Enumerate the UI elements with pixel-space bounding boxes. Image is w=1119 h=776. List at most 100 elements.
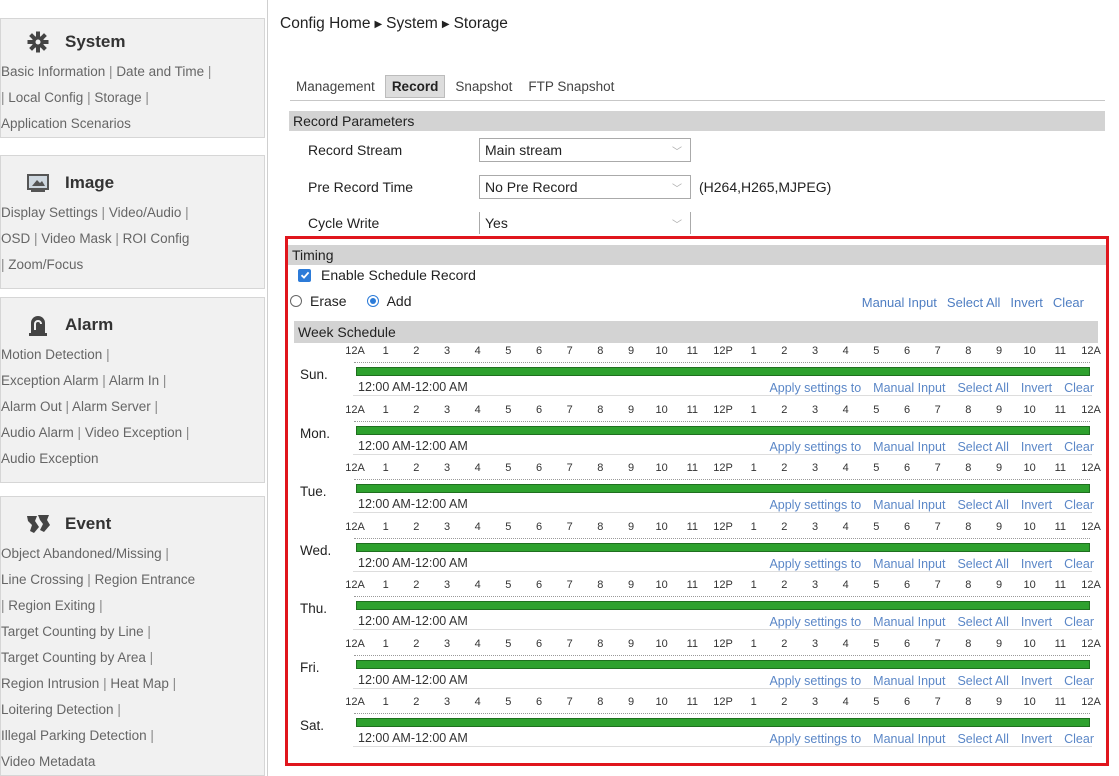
clear-link[interactable]: Clear (1064, 498, 1094, 512)
sidebar-section-title[interactable]: Image (1, 166, 264, 200)
sidebar-link-local-config[interactable]: Local Config (8, 90, 83, 105)
invert-link[interactable]: Invert (1021, 440, 1052, 454)
tab-snapshot[interactable]: Snapshot (449, 76, 518, 97)
sidebar-link-video-mask[interactable]: Video Mask (41, 231, 111, 246)
schedule-range: 12:00 AM-12:00 AM (358, 672, 468, 687)
sidebar-section-title[interactable]: Alarm (1, 308, 264, 342)
sidebar-link-roi-config[interactable]: ROI Config (123, 231, 190, 246)
sidebar-link-audio-alarm[interactable]: Audio Alarm (1, 425, 74, 440)
enable-schedule-record[interactable]: Enable Schedule Record (298, 267, 476, 283)
select-all-link[interactable]: Select All (957, 557, 1008, 571)
sidebar-link-loitering-detection[interactable]: Loitering Detection (1, 702, 114, 717)
invert-link[interactable]: Invert (1021, 615, 1052, 629)
sidebar-section-title[interactable]: Event (1, 507, 264, 541)
clear-link[interactable]: Clear (1053, 295, 1084, 310)
sidebar-link-line-crossing[interactable]: Line Crossing (1, 572, 84, 587)
manual-input-link[interactable]: Manual Input (862, 295, 937, 310)
sidebar-link-video-exception[interactable]: Video Exception (85, 425, 182, 440)
tab-record[interactable]: Record (384, 74, 446, 98)
select-all-link[interactable]: Select All (957, 381, 1008, 395)
sidebar-link-target-counting-by-area[interactable]: Target Counting by Area (1, 650, 146, 665)
sidebar-link-alarm-server[interactable]: Alarm Server (72, 399, 151, 414)
pre-record-select[interactable]: No Pre Record ﹀ (479, 175, 691, 199)
sidebar-link-region-exiting[interactable]: Region Exiting (8, 598, 95, 613)
sidebar-link-basic-information[interactable]: Basic Information (1, 64, 105, 79)
apply-settings-to-link[interactable]: Apply settings to (769, 674, 861, 688)
clear-link[interactable]: Clear (1064, 615, 1094, 629)
schedule-bar[interactable] (356, 542, 1090, 552)
apply-settings-to-link[interactable]: Apply settings to (769, 732, 861, 746)
timing-header: Timing (288, 245, 1106, 265)
select-all-link[interactable]: Select All (957, 732, 1008, 746)
schedule-bar[interactable] (356, 718, 1090, 727)
apply-settings-to-link[interactable]: Apply settings to (769, 440, 861, 454)
manual-input-link[interactable]: Manual Input (873, 381, 945, 395)
apply-settings-to-link[interactable]: Apply settings to (769, 381, 861, 395)
hour-tick-label: 11 (686, 637, 699, 650)
sidebar-link-region-intrusion[interactable]: Region Intrusion (1, 676, 99, 691)
clear-link[interactable]: Clear (1064, 381, 1094, 395)
record-stream-select[interactable]: Main stream ﹀ (479, 138, 691, 162)
sidebar-link-exception-alarm[interactable]: Exception Alarm (1, 373, 99, 388)
sidebar-link-storage[interactable]: Storage (94, 90, 141, 105)
manual-input-link[interactable]: Manual Input (873, 440, 945, 454)
apply-settings-to-link[interactable]: Apply settings to (769, 498, 861, 512)
schedule-range: 12:00 AM-12:00 AM (358, 438, 468, 453)
sidebar-link-region-entrance[interactable]: Region Entrance (95, 572, 196, 587)
sidebar-link-osd[interactable]: OSD (1, 231, 30, 246)
sidebar-link-illegal-parking-detection[interactable]: Illegal Parking Detection (1, 728, 147, 743)
sidebar-link-target-counting-by-line[interactable]: Target Counting by Line (1, 624, 144, 639)
sidebar-link-video-metadata[interactable]: Video Metadata (1, 754, 95, 769)
manual-input-link[interactable]: Manual Input (873, 498, 945, 512)
sidebar-link-alarm-out[interactable]: Alarm Out (1, 399, 62, 414)
cycle-write-select[interactable]: Yes ﹀ (479, 212, 691, 234)
manual-input-link[interactable]: Manual Input (873, 615, 945, 629)
hour-tick-label: 1 (382, 403, 389, 416)
breadcrumb-home[interactable]: Config Home (280, 15, 370, 32)
sidebar-link-zoom-focus[interactable]: Zoom/Focus (8, 257, 83, 272)
sidebar-link-audio-exception[interactable]: Audio Exception (1, 451, 99, 466)
select-all-link[interactable]: Select All (957, 440, 1008, 454)
select-all-link[interactable]: Select All (957, 498, 1008, 512)
sidebar-link-application-scenarios[interactable]: Application Scenarios (1, 116, 131, 131)
schedule-bar[interactable] (356, 601, 1090, 610)
clear-link[interactable]: Clear (1064, 440, 1094, 454)
schedule-bar[interactable] (356, 367, 1090, 376)
hour-tick-label: 3 (811, 403, 819, 416)
schedule-bar[interactable] (356, 425, 1090, 435)
invert-link[interactable]: Invert (1010, 295, 1043, 310)
invert-link[interactable]: Invert (1021, 498, 1052, 512)
sidebar-link-motion-detection[interactable]: Motion Detection (1, 347, 102, 362)
clear-link[interactable]: Clear (1064, 674, 1094, 688)
schedule-bar[interactable] (356, 659, 1090, 669)
manual-input-link[interactable]: Manual Input (873, 557, 945, 571)
select-all-link[interactable]: Select All (957, 674, 1008, 688)
invert-link[interactable]: Invert (1021, 381, 1052, 395)
sidebar-section-label: Alarm (65, 315, 114, 334)
checkbox-checked-icon[interactable] (298, 268, 311, 282)
sidebar-link-video-audio[interactable]: Video/Audio (109, 205, 182, 220)
select-all-link[interactable]: Select All (947, 295, 1000, 310)
erase-radio[interactable] (290, 295, 302, 307)
add-radio[interactable] (366, 295, 379, 307)
invert-link[interactable]: Invert (1021, 674, 1052, 688)
sidebar-link-display-settings[interactable]: Display Settings (1, 205, 98, 220)
breadcrumb-system[interactable]: System (386, 15, 438, 32)
tab-management[interactable]: Management (290, 76, 381, 97)
clear-link[interactable]: Clear (1064, 732, 1094, 746)
manual-input-link[interactable]: Manual Input (873, 674, 945, 688)
tab-ftp-snapshot[interactable]: FTP Snapshot (522, 76, 620, 97)
clear-link[interactable]: Clear (1064, 557, 1094, 571)
sidebar-link-alarm-in[interactable]: Alarm In (109, 373, 159, 388)
sidebar-link-heat-map[interactable]: Heat Map (110, 676, 169, 691)
apply-settings-to-link[interactable]: Apply settings to (769, 615, 861, 629)
sidebar-link-date-and-time[interactable]: Date and Time (116, 64, 204, 79)
manual-input-link[interactable]: Manual Input (873, 732, 945, 746)
schedule-bar[interactable] (356, 484, 1090, 493)
invert-link[interactable]: Invert (1021, 557, 1052, 571)
sidebar-section-title[interactable]: System (1, 25, 264, 59)
invert-link[interactable]: Invert (1021, 732, 1052, 746)
apply-settings-to-link[interactable]: Apply settings to (769, 557, 861, 571)
select-all-link[interactable]: Select All (957, 615, 1008, 629)
sidebar-link-object-abandoned-missing[interactable]: Object Abandoned/Missing (1, 546, 162, 561)
